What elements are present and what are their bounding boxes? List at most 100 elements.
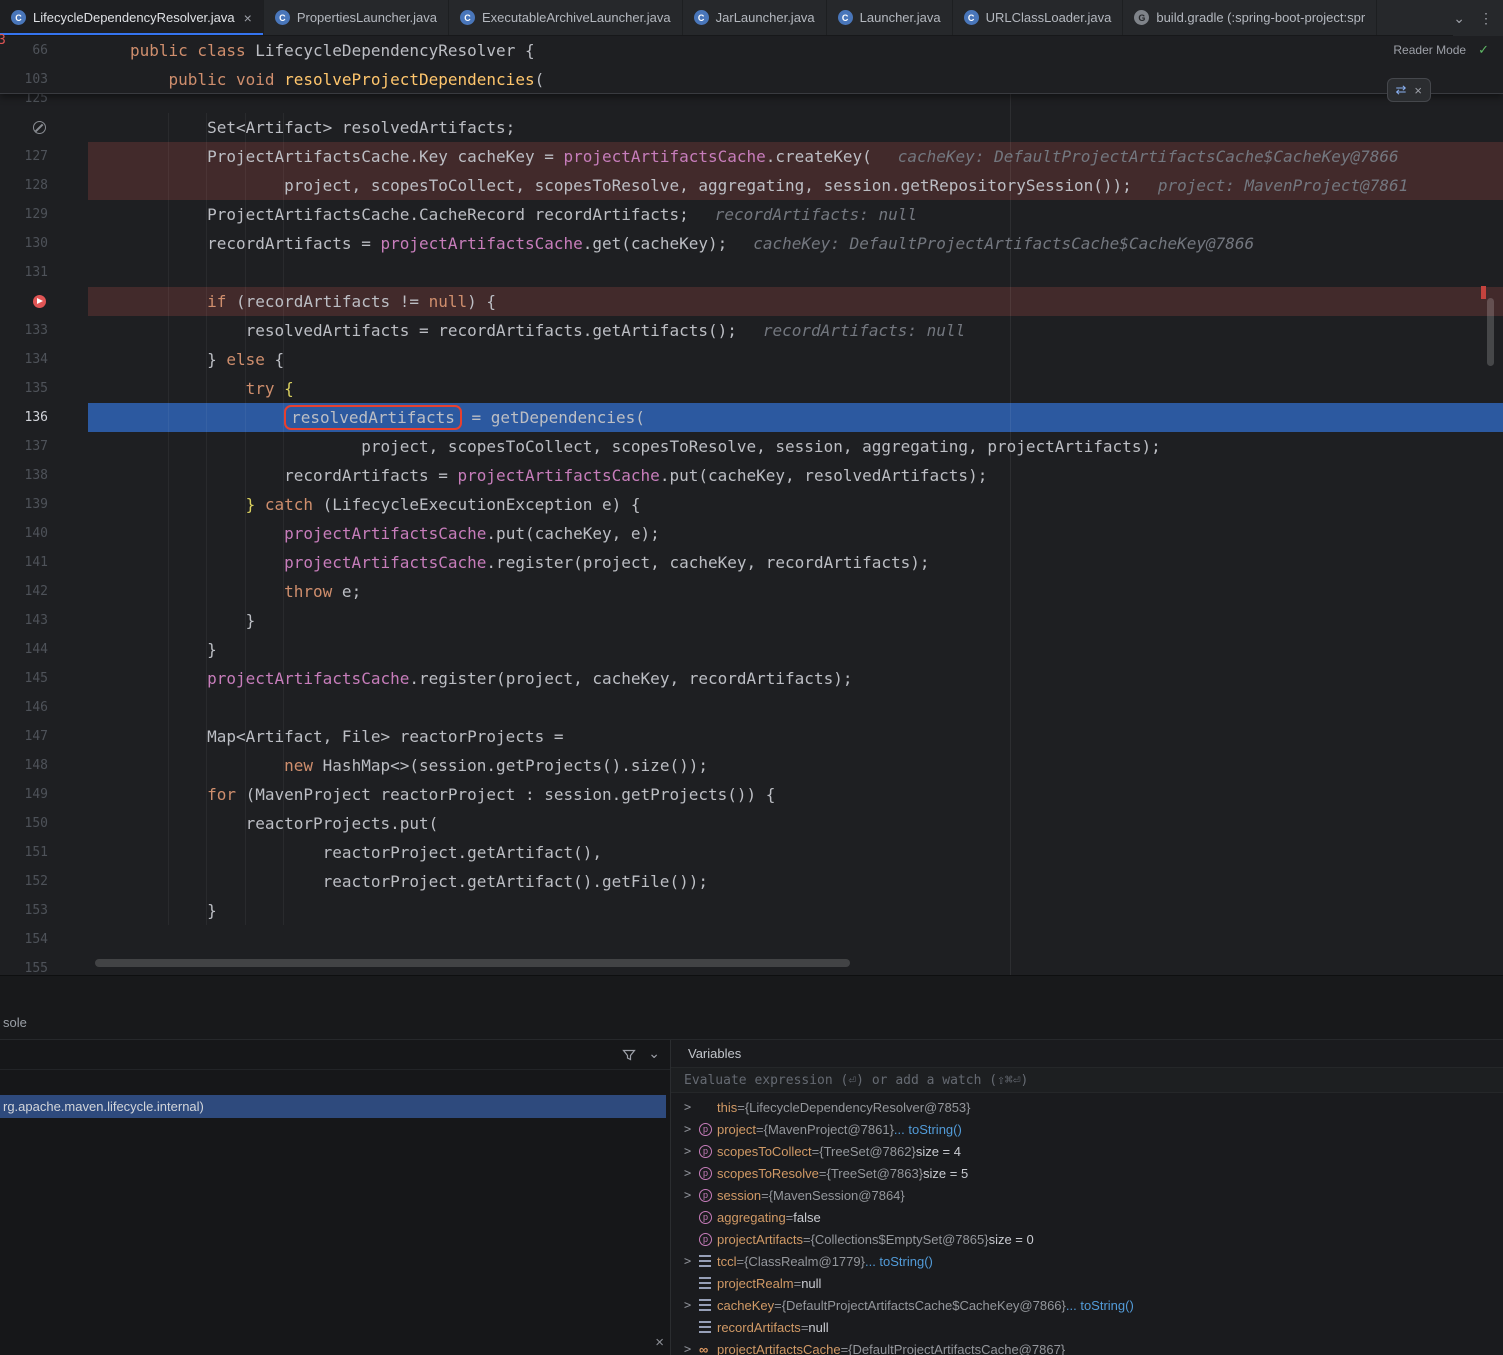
- line-number[interactable]: 141: [0, 548, 48, 577]
- code-line[interactable]: 150 reactorProjects.put(: [0, 809, 1503, 838]
- line-number[interactable]: 127: [0, 142, 48, 171]
- code-editor[interactable]: 125 Set<Artifact> resolvedArtifacts;127 …: [0, 36, 1503, 975]
- variable-row[interactable]: >pproject = {MavenProject@7861} ... toSt…: [671, 1118, 1503, 1140]
- code-line[interactable]: 149 for (MavenProject reactorProject : s…: [0, 780, 1503, 809]
- code-line[interactable]: 135 try {: [0, 374, 1503, 403]
- line-number[interactable]: 139: [0, 490, 48, 519]
- reader-mode-widget[interactable]: Reader Mode ✓: [1393, 42, 1489, 58]
- line-number[interactable]: 103: [0, 65, 48, 94]
- editor-tab[interactable]: CLauncher.java: [827, 0, 953, 35]
- expand-chevron-icon[interactable]: >: [684, 1298, 699, 1312]
- to-string-link[interactable]: ... toString(): [1066, 1298, 1134, 1313]
- editor-tab[interactable]: CURLClassLoader.java: [953, 0, 1124, 35]
- code-line[interactable]: if (recordArtifacts != null) {: [0, 287, 1503, 316]
- error-stripe-mark[interactable]: [1481, 286, 1486, 299]
- line-number[interactable]: 140: [0, 519, 48, 548]
- line-number[interactable]: 151: [0, 838, 48, 867]
- code-line[interactable]: 66public class LifecycleDependencyResolv…: [0, 36, 1503, 65]
- code-line[interactable]: 153 }: [0, 896, 1503, 925]
- code-line[interactable]: 152 reactorProject.getArtifact().getFile…: [0, 867, 1503, 896]
- line-number[interactable]: 155: [0, 954, 48, 975]
- code-line[interactable]: 154: [0, 925, 1503, 954]
- code-line[interactable]: 129 ProjectArtifactsCache.CacheRecord re…: [0, 200, 1503, 229]
- muted-breakpoint-icon[interactable]: [33, 121, 46, 134]
- hidden-tabs-chevron-icon[interactable]: ⌄: [1453, 10, 1465, 27]
- variable-row[interactable]: >this = {LifecycleDependencyResolver@785…: [671, 1096, 1503, 1118]
- line-number[interactable]: 144: [0, 635, 48, 664]
- breakpoint-hit-icon[interactable]: [33, 295, 46, 308]
- variable-row[interactable]: >tccl = {ClassRealm@1779} ... toString(): [671, 1250, 1503, 1272]
- line-number[interactable]: 133: [0, 316, 48, 345]
- line-number[interactable]: 134: [0, 345, 48, 374]
- variable-row[interactable]: >pscopesToResolve = {TreeSet@7863} size …: [671, 1162, 1503, 1184]
- line-number[interactable]: 66: [0, 36, 48, 65]
- code-line[interactable]: 141 projectArtifactsCache.register(proje…: [0, 548, 1503, 577]
- editor-tab[interactable]: Gbuild.gradle (:spring-boot-project:spr: [1123, 0, 1377, 35]
- line-number[interactable]: 145: [0, 664, 48, 693]
- line-number[interactable]: 129: [0, 200, 48, 229]
- code-line[interactable]: 142 throw e;: [0, 577, 1503, 606]
- code-line[interactable]: 128 project, scopesToCollect, scopesToRe…: [0, 171, 1503, 200]
- variable-row[interactable]: >∞projectArtifactsCache = {DefaultProjec…: [671, 1338, 1503, 1355]
- evaluate-expression-input[interactable]: Evaluate expression (⏎) or add a watch (…: [671, 1067, 1503, 1093]
- line-number[interactable]: 152: [0, 867, 48, 896]
- expand-chevron-icon[interactable]: >: [684, 1166, 699, 1180]
- expand-chevron-icon[interactable]: >: [684, 1342, 699, 1355]
- line-number[interactable]: 137: [0, 432, 48, 461]
- pane-divider[interactable]: [670, 1040, 671, 1355]
- line-number[interactable]: 148: [0, 751, 48, 780]
- code-line[interactable]: 131: [0, 258, 1503, 287]
- expand-chevron-icon[interactable]: >: [684, 1144, 699, 1158]
- variable-row[interactable]: >cacheKey = {DefaultProjectArtifactsCach…: [671, 1294, 1503, 1316]
- close-icon[interactable]: ×: [655, 1334, 664, 1351]
- line-number[interactable]: 153: [0, 896, 48, 925]
- variable-row[interactable]: projectRealm = null: [671, 1272, 1503, 1294]
- code-line[interactable]: 136 resolvedArtifacts = getDependencies(: [0, 403, 1503, 432]
- filter-funnel-icon[interactable]: [622, 1048, 636, 1062]
- tab-options-more-icon[interactable]: ⋮: [1479, 10, 1493, 27]
- code-line[interactable]: 145 projectArtifactsCache.register(proje…: [0, 664, 1503, 693]
- filter-chevron-icon[interactable]: ⌄: [648, 1045, 660, 1062]
- code-line[interactable]: 134 } else {: [0, 345, 1503, 374]
- reader-mode-label[interactable]: Reader Mode: [1393, 43, 1466, 57]
- line-number[interactable]: 135: [0, 374, 48, 403]
- swap-arrows-icon[interactable]: ⇄: [1396, 82, 1407, 98]
- line-number[interactable]: 130: [0, 229, 48, 258]
- expand-chevron-icon[interactable]: >: [684, 1188, 699, 1202]
- vertical-scrollbar-thumb[interactable]: [1487, 298, 1494, 366]
- line-number[interactable]: 150: [0, 809, 48, 838]
- code-line[interactable]: 146: [0, 693, 1503, 722]
- line-number[interactable]: 143: [0, 606, 48, 635]
- code-line[interactable]: 140 projectArtifactsCache.put(cacheKey, …: [0, 519, 1503, 548]
- variable-row[interactable]: recordArtifacts = null: [671, 1316, 1503, 1338]
- code-line[interactable]: 138 recordArtifacts = projectArtifactsCa…: [0, 461, 1503, 490]
- code-line[interactable]: 147 Map<Artifact, File> reactorProjects …: [0, 722, 1503, 751]
- console-tab-partial-label[interactable]: sole: [3, 1015, 27, 1030]
- to-string-link[interactable]: ... toString(): [894, 1122, 962, 1137]
- code-line[interactable]: 133 resolvedArtifacts = recordArtifacts.…: [0, 316, 1503, 345]
- line-number[interactable]: 136: [0, 403, 48, 432]
- code-line[interactable]: 151 reactorProject.getArtifact(),: [0, 838, 1503, 867]
- line-number[interactable]: 142: [0, 577, 48, 606]
- stack-frame-selected-row[interactable]: rg.apache.maven.lifecycle.internal): [0, 1095, 666, 1118]
- editor-tab[interactable]: CPropertiesLauncher.java: [264, 0, 449, 35]
- code-line[interactable]: 144 }: [0, 635, 1503, 664]
- close-icon[interactable]: ×: [244, 11, 252, 25]
- code-line[interactable]: Set<Artifact> resolvedArtifacts;: [0, 113, 1503, 142]
- inspections-ok-icon[interactable]: ✓: [1478, 42, 1489, 58]
- code-line[interactable]: 103 public void resolveProjectDependenci…: [0, 65, 1503, 94]
- variable-row[interactable]: paggregating = false: [671, 1206, 1503, 1228]
- line-number[interactable]: 138: [0, 461, 48, 490]
- expand-chevron-icon[interactable]: >: [684, 1100, 699, 1114]
- to-string-link[interactable]: ... toString(): [865, 1254, 933, 1269]
- expand-chevron-icon[interactable]: >: [684, 1254, 699, 1268]
- line-number[interactable]: 154: [0, 925, 48, 954]
- close-icon[interactable]: ×: [1414, 83, 1422, 98]
- line-number[interactable]: 146: [0, 693, 48, 722]
- editor-tab[interactable]: CJarLauncher.java: [683, 0, 827, 35]
- line-number[interactable]: 147: [0, 722, 48, 751]
- code-line[interactable]: 137 project, scopesToCollect, scopesToRe…: [0, 432, 1503, 461]
- expand-chevron-icon[interactable]: >: [684, 1122, 699, 1136]
- variable-row[interactable]: pprojectArtifacts = {Collections$EmptySe…: [671, 1228, 1503, 1250]
- floating-hint-toolbar[interactable]: ⇄ ×: [1387, 78, 1432, 102]
